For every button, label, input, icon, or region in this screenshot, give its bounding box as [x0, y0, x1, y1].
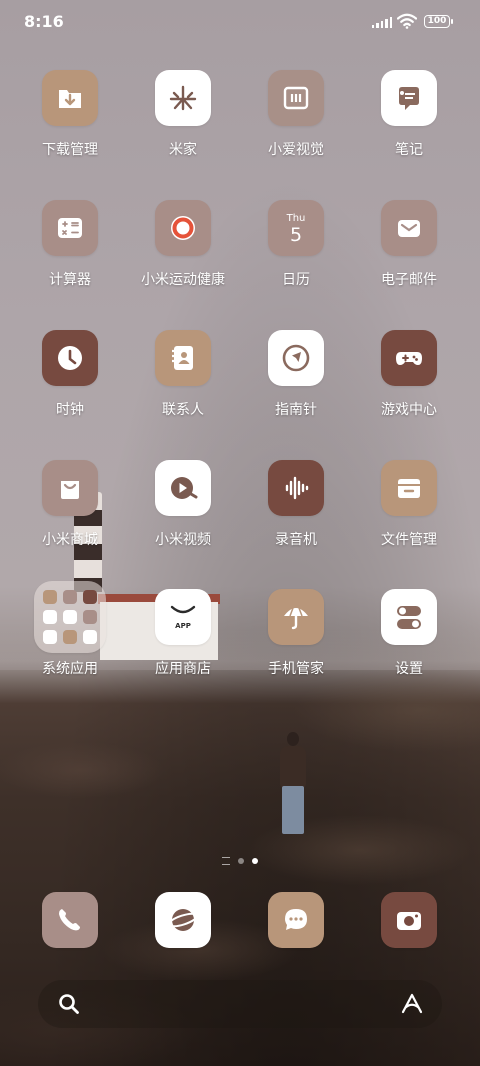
app-label: 下载管理 — [42, 142, 98, 158]
fitness-ring-icon[interactable] — [155, 200, 211, 256]
browser-dock-app[interactable] — [127, 892, 239, 948]
app-label: 电子邮件 — [381, 272, 437, 288]
game-center-app[interactable]: 游戏中心 — [353, 330, 465, 419]
page-dot-active — [252, 858, 258, 864]
xiaoai-vision-app[interactable]: 小爱视觉 — [240, 70, 352, 159]
mi-fitness-app[interactable]: 小米运动健康 — [127, 200, 239, 289]
app-label: 日历 — [282, 272, 310, 288]
security-app[interactable]: 手机管家 — [240, 589, 352, 678]
phone-icon[interactable] — [42, 892, 98, 948]
download-icon[interactable] — [42, 70, 98, 126]
notes-app[interactable]: 笔记 — [353, 70, 465, 159]
mi-home-icon[interactable] — [155, 70, 211, 126]
app-label: 小米运动健康 — [141, 272, 225, 288]
camera-icon[interactable] — [381, 892, 437, 948]
app-label: 应用商店 — [155, 661, 211, 677]
compass-app[interactable]: 指南针 — [240, 330, 352, 419]
settings-app[interactable]: 设置 — [353, 589, 465, 678]
calendar-date: 5 — [289, 223, 303, 246]
folder-icon[interactable] — [381, 460, 437, 516]
waveform-icon[interactable] — [268, 460, 324, 516]
signal-icon — [372, 16, 393, 28]
app-label: 指南针 — [275, 402, 317, 418]
email-app[interactable]: 电子邮件 — [353, 200, 465, 289]
play-icon[interactable] — [155, 460, 211, 516]
calendar-app[interactable]: Thu 5 日历 — [240, 200, 352, 289]
search-bar[interactable] — [38, 980, 442, 1028]
app-label: 手机管家 — [268, 661, 324, 677]
folder-grid-icon[interactable] — [34, 581, 106, 653]
app-store-app[interactable]: APP 应用商店 — [127, 589, 239, 678]
page-indicator[interactable] — [218, 856, 262, 866]
planet-icon[interactable] — [155, 892, 211, 948]
xiaoai-assistant-icon[interactable] — [400, 992, 424, 1016]
shopping-bag-icon[interactable] — [42, 460, 98, 516]
mijia-app[interactable]: 米家 — [127, 70, 239, 159]
camera-dock-app[interactable] — [353, 892, 465, 948]
search-icon — [59, 994, 79, 1014]
system-apps-folder-app[interactable]: 系统应用 — [14, 581, 126, 678]
app-label: 时钟 — [56, 402, 84, 418]
app-label: 小爱视觉 — [268, 142, 324, 158]
message-icon[interactable] — [268, 892, 324, 948]
phone-dock-app[interactable] — [14, 892, 126, 948]
contacts-book-icon[interactable] — [155, 330, 211, 386]
clock-app[interactable]: 时钟 — [14, 330, 126, 419]
app-label: 设置 — [395, 661, 423, 677]
app-label: 游戏中心 — [381, 402, 437, 418]
file-manager-app[interactable]: 文件管理 — [353, 460, 465, 549]
mi-video-app[interactable]: 小米视频 — [127, 460, 239, 549]
mail-icon[interactable] — [381, 200, 437, 256]
recorder-app[interactable]: 录音机 — [240, 460, 352, 549]
wallpaper-person — [278, 732, 306, 840]
compass-icon[interactable] — [268, 330, 324, 386]
app-label: 小米视频 — [155, 532, 211, 548]
app-label: 小米商城 — [42, 532, 98, 548]
page-indicator-menu-icon — [222, 857, 230, 865]
calculator-icon[interactable] — [42, 200, 98, 256]
status-bar: 8:16 100 — [0, 0, 480, 44]
battery-icon: 100 — [424, 15, 453, 28]
gamepad-icon[interactable] — [381, 330, 437, 386]
mi-store-app[interactable]: 小米商城 — [14, 460, 126, 549]
app-label: 计算器 — [49, 272, 91, 288]
app-label: 录音机 — [275, 532, 317, 548]
wifi-icon — [397, 13, 417, 29]
contacts-app[interactable]: 联系人 — [127, 330, 239, 419]
app-store-icon[interactable]: APP — [155, 589, 211, 645]
download-manager-app[interactable]: 下载管理 — [14, 70, 126, 159]
calendar-icon[interactable]: Thu 5 — [268, 200, 324, 256]
umbrella-icon[interactable] — [268, 589, 324, 645]
clock-icon[interactable] — [42, 330, 98, 386]
page-dot — [238, 858, 244, 864]
messages-dock-app[interactable] — [240, 892, 352, 948]
app-label: 系统应用 — [42, 661, 98, 677]
calculator-app[interactable]: 计算器 — [14, 200, 126, 289]
app-label: 联系人 — [162, 402, 204, 418]
app-label: 笔记 — [395, 142, 423, 158]
app-label: 文件管理 — [381, 532, 437, 548]
status-time: 8:16 — [24, 12, 64, 31]
toggle-icon[interactable] — [381, 589, 437, 645]
scan-icon[interactable] — [268, 70, 324, 126]
app-label: 米家 — [169, 142, 197, 158]
svg-text:APP: APP — [175, 622, 191, 630]
calendar-day: Thu — [286, 212, 306, 224]
notes-icon[interactable] — [381, 70, 437, 126]
